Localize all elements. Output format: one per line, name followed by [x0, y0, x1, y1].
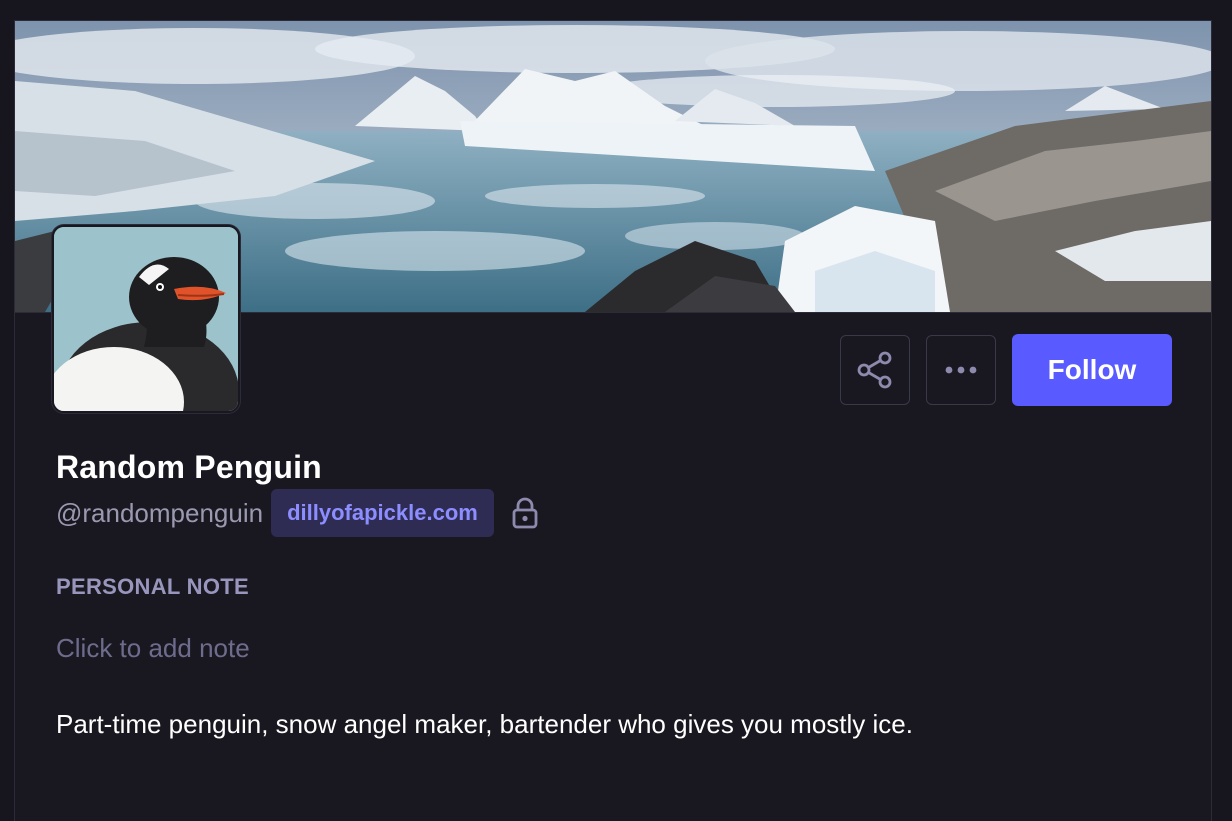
personal-note-label: PERSONAL NOTE	[56, 574, 249, 599]
personal-note-input[interactable]: Click to add note	[56, 633, 250, 664]
domain-badge[interactable]: dillyofapickle.com	[271, 489, 494, 537]
share-button[interactable]	[840, 335, 910, 405]
account-handle: @randompenguin	[56, 497, 264, 528]
avatar[interactable]	[52, 225, 240, 413]
lock-icon	[512, 497, 538, 529]
profile-bio: Part-time penguin, snow angel maker, bar…	[56, 709, 913, 739]
share-icon	[857, 351, 892, 389]
more-icon	[945, 366, 977, 374]
handle-row: @randompenguin dillyofapickle.com	[56, 489, 538, 537]
more-button[interactable]	[926, 335, 996, 405]
follow-button[interactable]: Follow	[1012, 334, 1172, 406]
profile-column: Follow Random Penguin @randompenguin dil…	[14, 20, 1212, 821]
display-name: Random Penguin	[56, 449, 322, 485]
profile-actions: Follow	[840, 334, 1172, 406]
